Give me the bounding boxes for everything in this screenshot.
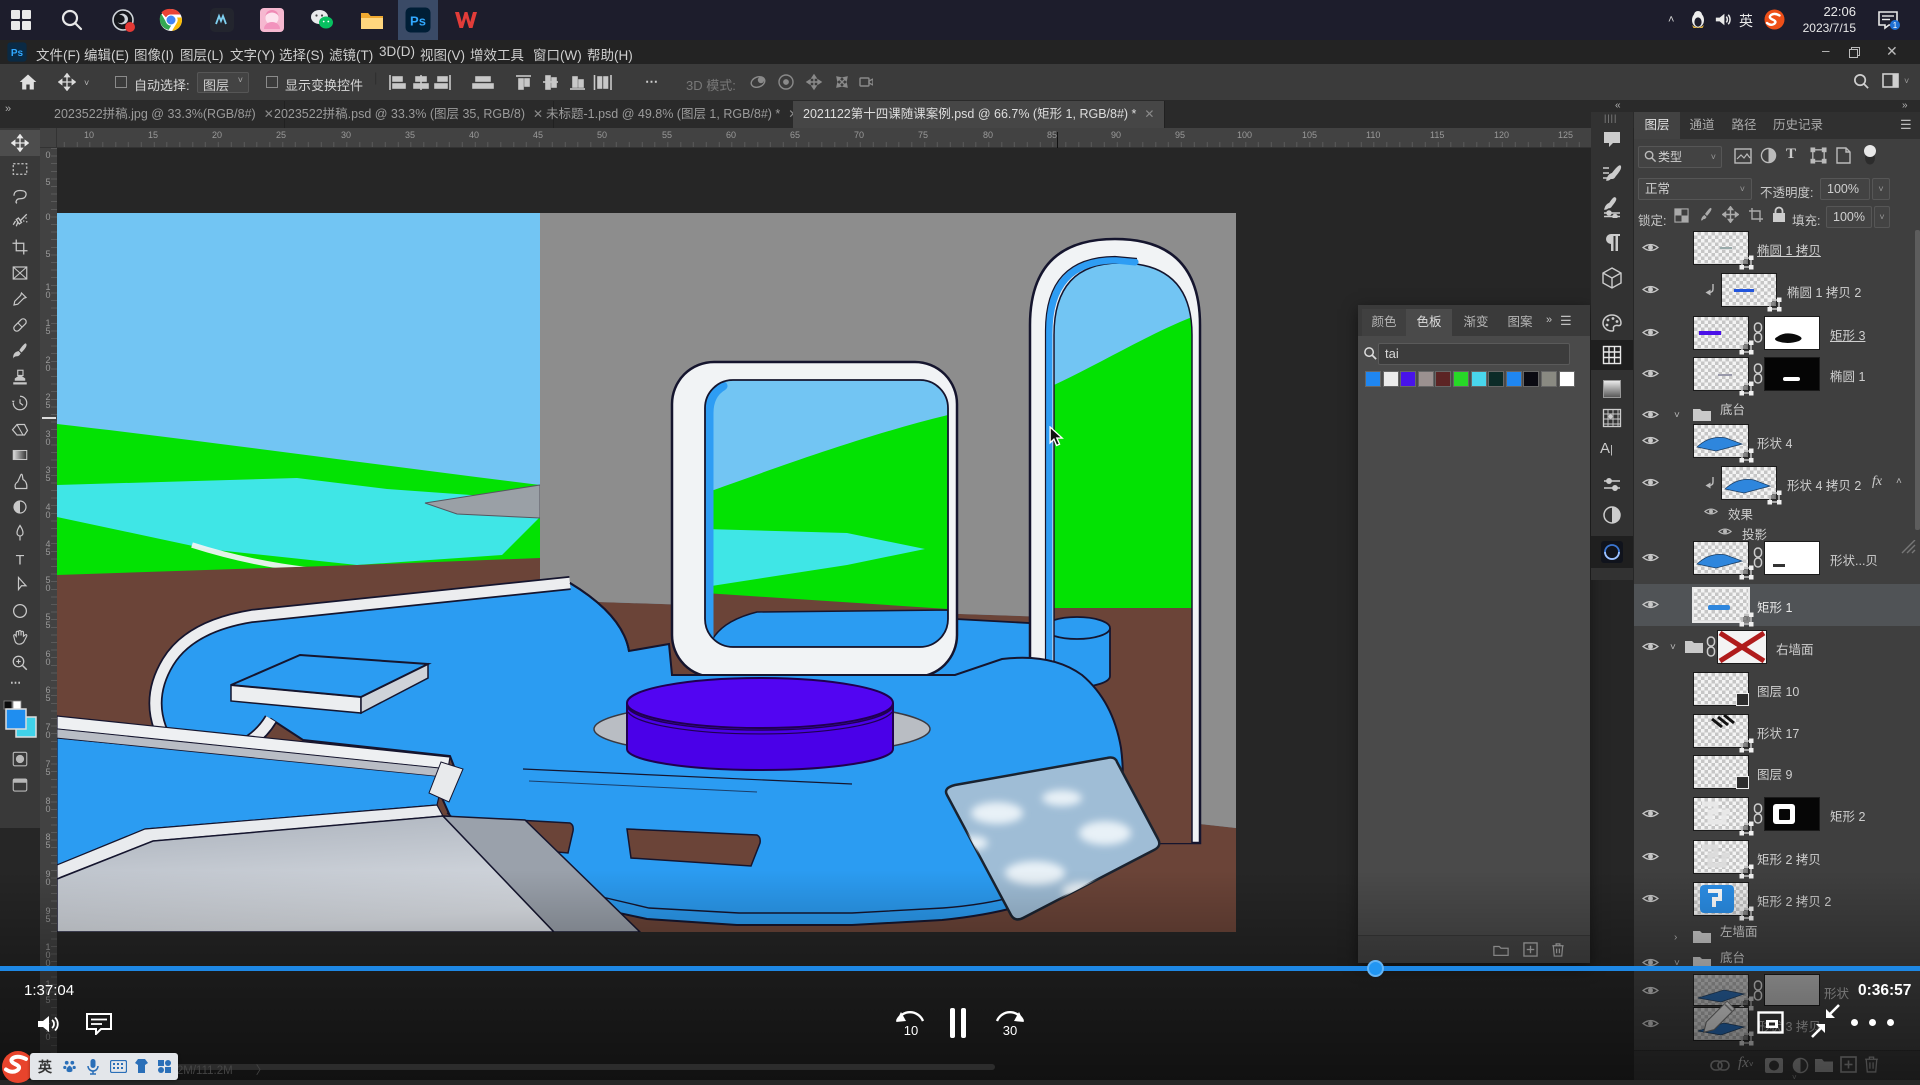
svg-text:10: 10 [904, 1023, 918, 1038]
svg-text:Ps: Ps [11, 48, 24, 59]
svg-text:Ps: Ps [410, 14, 426, 29]
svg-text:30: 30 [1003, 1023, 1017, 1038]
svg-text:T: T [16, 552, 25, 568]
svg-text:1: 1 [1893, 21, 1898, 30]
